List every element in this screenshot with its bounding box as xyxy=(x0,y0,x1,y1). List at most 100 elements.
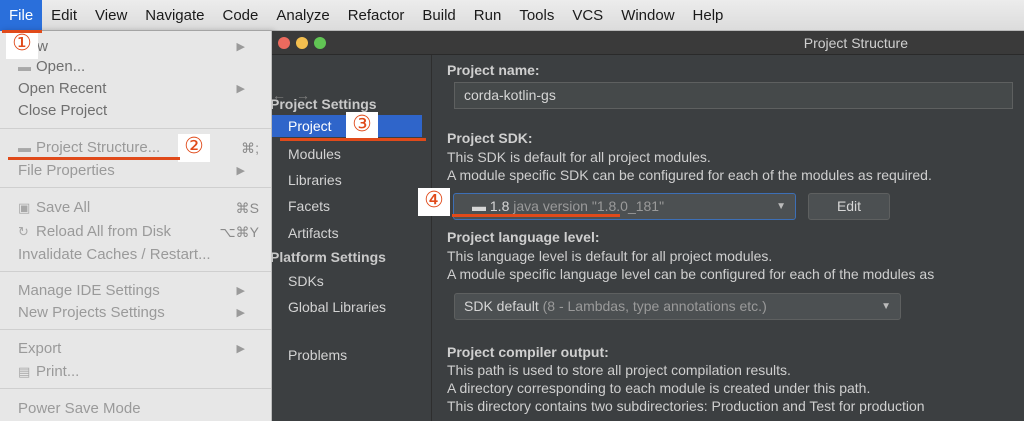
file-menu-export-label: Export xyxy=(18,340,62,357)
sidebar-item-problems[interactable]: Problems xyxy=(272,344,422,366)
menu-view[interactable]: View xyxy=(86,0,136,31)
file-menu-manage-ide-settings-label: Manage IDE Settings xyxy=(18,282,160,299)
menu-separator xyxy=(0,329,271,330)
settings-sidebar: ← → Project Settings Project Modules Lib… xyxy=(270,55,432,421)
file-menu-open-label: Open... xyxy=(36,58,86,75)
annotation-underline xyxy=(452,214,620,217)
shortcut-label: ⌘; xyxy=(241,140,259,156)
annotation-step-1: ① xyxy=(6,31,38,59)
folder-icon: ▬ xyxy=(472,198,486,214)
menu-code[interactable]: Code xyxy=(213,0,267,31)
menu-build[interactable]: Build xyxy=(413,0,464,31)
file-menu-power-save-mode[interactable]: Power Save Mode xyxy=(18,398,259,420)
file-menu-reload-all[interactable]: ↻ Reload All from Disk ⌥⌘Y xyxy=(18,221,259,243)
folder-icon: ▬ xyxy=(18,140,31,155)
file-menu-open-recent[interactable]: Open Recent ▶ xyxy=(18,78,259,100)
reload-icon: ↻ xyxy=(18,224,29,239)
sdk-version-detail: java version "1.8.0_181" xyxy=(513,198,665,214)
print-icon: ▤ xyxy=(18,364,31,379)
file-menu-open[interactable]: ▬ Open... xyxy=(18,56,259,78)
menu-run[interactable]: Run xyxy=(465,0,511,31)
submenu-arrow-icon: ▶ xyxy=(236,165,245,177)
project-structure-dialog: Project Structure ← → Project Settings P… xyxy=(270,31,1024,421)
language-level-label: Project language level: xyxy=(447,229,600,245)
menu-file[interactable]: File xyxy=(0,0,43,31)
language-level-dropdown[interactable]: SDK default (8 - Lambdas, type annotatio… xyxy=(454,293,901,320)
menu-separator xyxy=(0,271,271,272)
edit-sdk-button[interactable]: Edit xyxy=(808,193,890,220)
language-level-detail: (8 - Lambdas, type annotations etc.) xyxy=(542,298,767,314)
shortcut-label: ⌘S xyxy=(235,200,259,216)
sidebar-item-sdks[interactable]: SDKs xyxy=(272,270,422,292)
file-menu-save-all[interactable]: ▣ Save All ⌘S xyxy=(18,197,259,219)
sdk-selected-value: 1.8 xyxy=(489,198,510,214)
menu-separator xyxy=(0,388,271,389)
menu-help[interactable]: Help xyxy=(684,0,733,31)
file-menu-new[interactable]: New▶ xyxy=(18,36,259,58)
file-menu-file-properties-label: File Properties xyxy=(18,162,115,179)
file-menu-manage-ide-settings[interactable]: Manage IDE Settings ▶ xyxy=(18,280,259,302)
file-menu-export[interactable]: Export ▶ xyxy=(18,338,259,360)
sdk-description-1: This SDK is default for all project modu… xyxy=(447,149,711,165)
sidebar-item-libraries[interactable]: Libraries xyxy=(272,169,422,191)
folder-icon: ▬ xyxy=(18,59,31,74)
project-settings-header: Project Settings xyxy=(270,96,377,112)
save-icon: ▣ xyxy=(18,200,31,215)
file-menu-print[interactable]: ▤ Print... xyxy=(18,361,259,383)
sidebar-item-artifacts[interactable]: Artifacts xyxy=(272,222,422,244)
submenu-arrow-icon: ▶ xyxy=(236,285,245,297)
menu-refactor[interactable]: Refactor xyxy=(339,0,414,31)
chevron-down-icon: ▼ xyxy=(881,301,891,312)
menu-tools[interactable]: Tools xyxy=(510,0,563,31)
compiler-description-1: This path is used to store all project c… xyxy=(447,362,791,378)
annotation-step-3: ③ xyxy=(346,112,378,140)
submenu-arrow-icon: ▶ xyxy=(236,343,245,355)
submenu-arrow-icon: ▶ xyxy=(236,83,245,95)
language-level-value: SDK default xyxy=(464,298,539,314)
annotation-underline xyxy=(2,30,42,33)
chevron-down-icon: ▼ xyxy=(776,201,786,212)
compiler-description-2: A directory corresponding to each module… xyxy=(447,380,871,396)
menu-analyze[interactable]: Analyze xyxy=(267,0,338,31)
file-menu-reload-all-label: Reload All from Disk xyxy=(36,223,172,240)
file-menu-new-projects-settings[interactable]: New Projects Settings ▶ xyxy=(18,302,259,324)
file-menu-save-all-label: Save All xyxy=(36,199,91,216)
submenu-arrow-icon: ▶ xyxy=(236,41,245,53)
project-settings-panel: Project name: corda-kotlin-gs Project SD… xyxy=(433,55,1024,421)
menu-edit[interactable]: Edit xyxy=(42,0,86,31)
menu-separator xyxy=(0,128,271,129)
file-menu-new-projects-settings-label: New Projects Settings xyxy=(18,304,165,321)
file-menu-project-structure-label: Project Structure... xyxy=(36,139,161,156)
file-menu-file-properties[interactable]: File Properties ▶ xyxy=(18,160,259,182)
menu-window[interactable]: Window xyxy=(612,0,683,31)
language-description-1: This language level is default for all p… xyxy=(447,248,773,264)
language-description-2: A module specific language level can be … xyxy=(447,266,935,282)
dialog-titlebar: Project Structure xyxy=(272,31,1024,55)
compiler-output-label: Project compiler output: xyxy=(447,344,609,360)
project-name-input[interactable]: corda-kotlin-gs xyxy=(454,82,1013,109)
annotation-underline xyxy=(8,157,180,160)
file-menu-open-recent-label: Open Recent xyxy=(18,80,107,97)
annotation-step-4: ④ xyxy=(418,188,450,216)
submenu-arrow-icon: ▶ xyxy=(236,307,245,319)
platform-settings-header: Platform Settings xyxy=(270,249,386,265)
project-sdk-label: Project SDK: xyxy=(447,130,533,146)
menu-vcs[interactable]: VCS xyxy=(563,0,612,31)
project-name-label: Project name: xyxy=(447,62,540,78)
sdk-description-2: A module specific SDK can be configured … xyxy=(447,167,932,183)
menu-navigate[interactable]: Navigate xyxy=(136,0,213,31)
menu-separator xyxy=(0,187,271,188)
menu-bar: File Edit View Navigate Code Analyze Ref… xyxy=(0,0,1024,31)
annotation-step-2: ② xyxy=(178,134,210,162)
sidebar-item-modules[interactable]: Modules xyxy=(272,143,422,165)
annotation-underline xyxy=(280,138,426,141)
sidebar-item-global-libraries[interactable]: Global Libraries xyxy=(272,296,422,318)
shortcut-label: ⌥⌘Y xyxy=(219,224,259,240)
file-menu-print-label: Print... xyxy=(36,363,80,380)
file-menu-close-project[interactable]: Close Project xyxy=(18,100,259,122)
file-menu-invalidate-caches[interactable]: Invalidate Caches / Restart... xyxy=(18,244,259,266)
file-menu-dropdown: New▶ ▬ Open... Open Recent ▶ Close Project… xyxy=(0,31,272,421)
sidebar-item-facets[interactable]: Facets xyxy=(272,195,422,217)
file-menu-project-structure[interactable]: ▬ Project Structure... ⌘; xyxy=(18,137,259,159)
compiler-description-3: This directory contains two subdirectori… xyxy=(447,398,925,414)
